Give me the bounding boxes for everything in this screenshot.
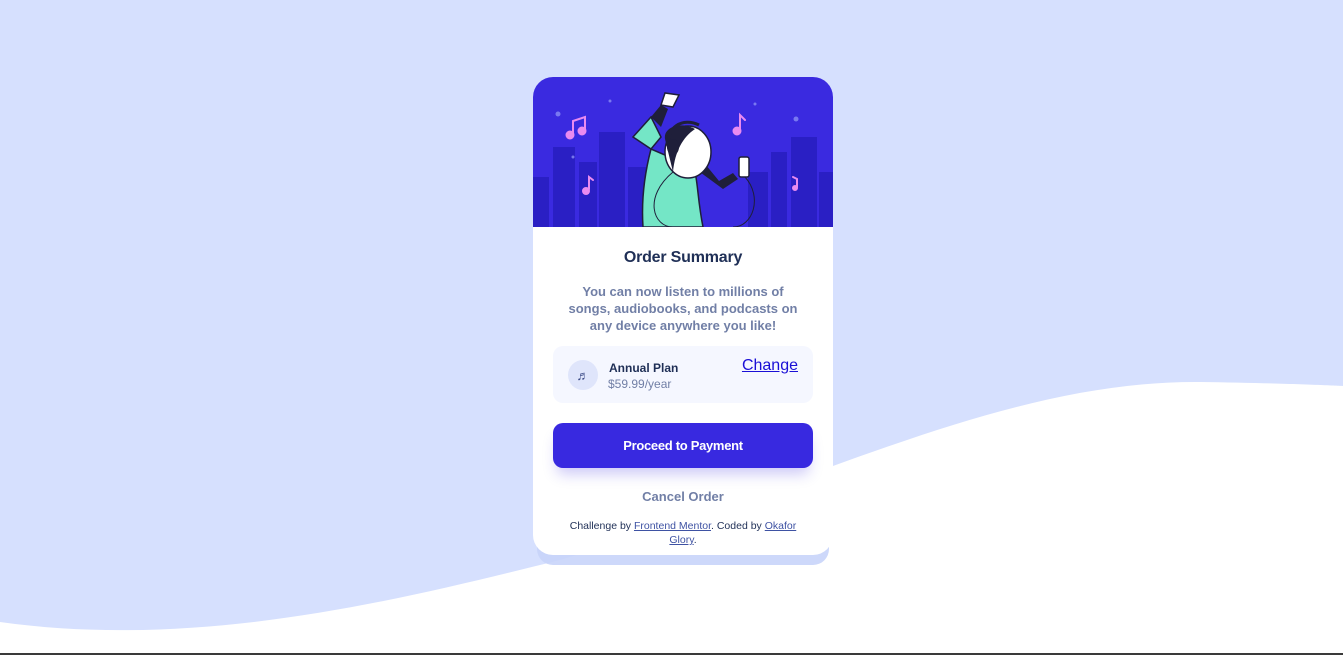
attribution-middle: . Coded by — [711, 520, 762, 532]
cancel-order-button[interactable]: Cancel Order — [533, 489, 833, 504]
proceed-to-payment-button[interactable]: Proceed to Payment — [553, 423, 813, 468]
hero-illustration — [533, 77, 833, 227]
plan-name: Annual Plan — [609, 361, 679, 375]
order-description: You can now listen to millions of songs,… — [568, 284, 798, 333]
plan-price: $59.99/year — [608, 377, 672, 391]
attribution-suffix: . — [693, 534, 697, 546]
change-plan-link[interactable]: Change — [742, 357, 798, 375]
order-summary-title: Order Summary — [623, 249, 743, 266]
music-note-icon: ♬ — [568, 360, 598, 390]
attribution-prefix: Challenge by — [569, 520, 632, 532]
frontend-mentor-link[interactable]: Frontend Mentor — [634, 520, 711, 532]
attribution: Challenge by Frontend Mentor. Coded by O… — [561, 519, 805, 547]
order-summary-card: Order Summary You can now listen to mill… — [533, 77, 833, 555]
plan-box: ♬ Annual Plan $59.99/year Change — [553, 346, 813, 403]
